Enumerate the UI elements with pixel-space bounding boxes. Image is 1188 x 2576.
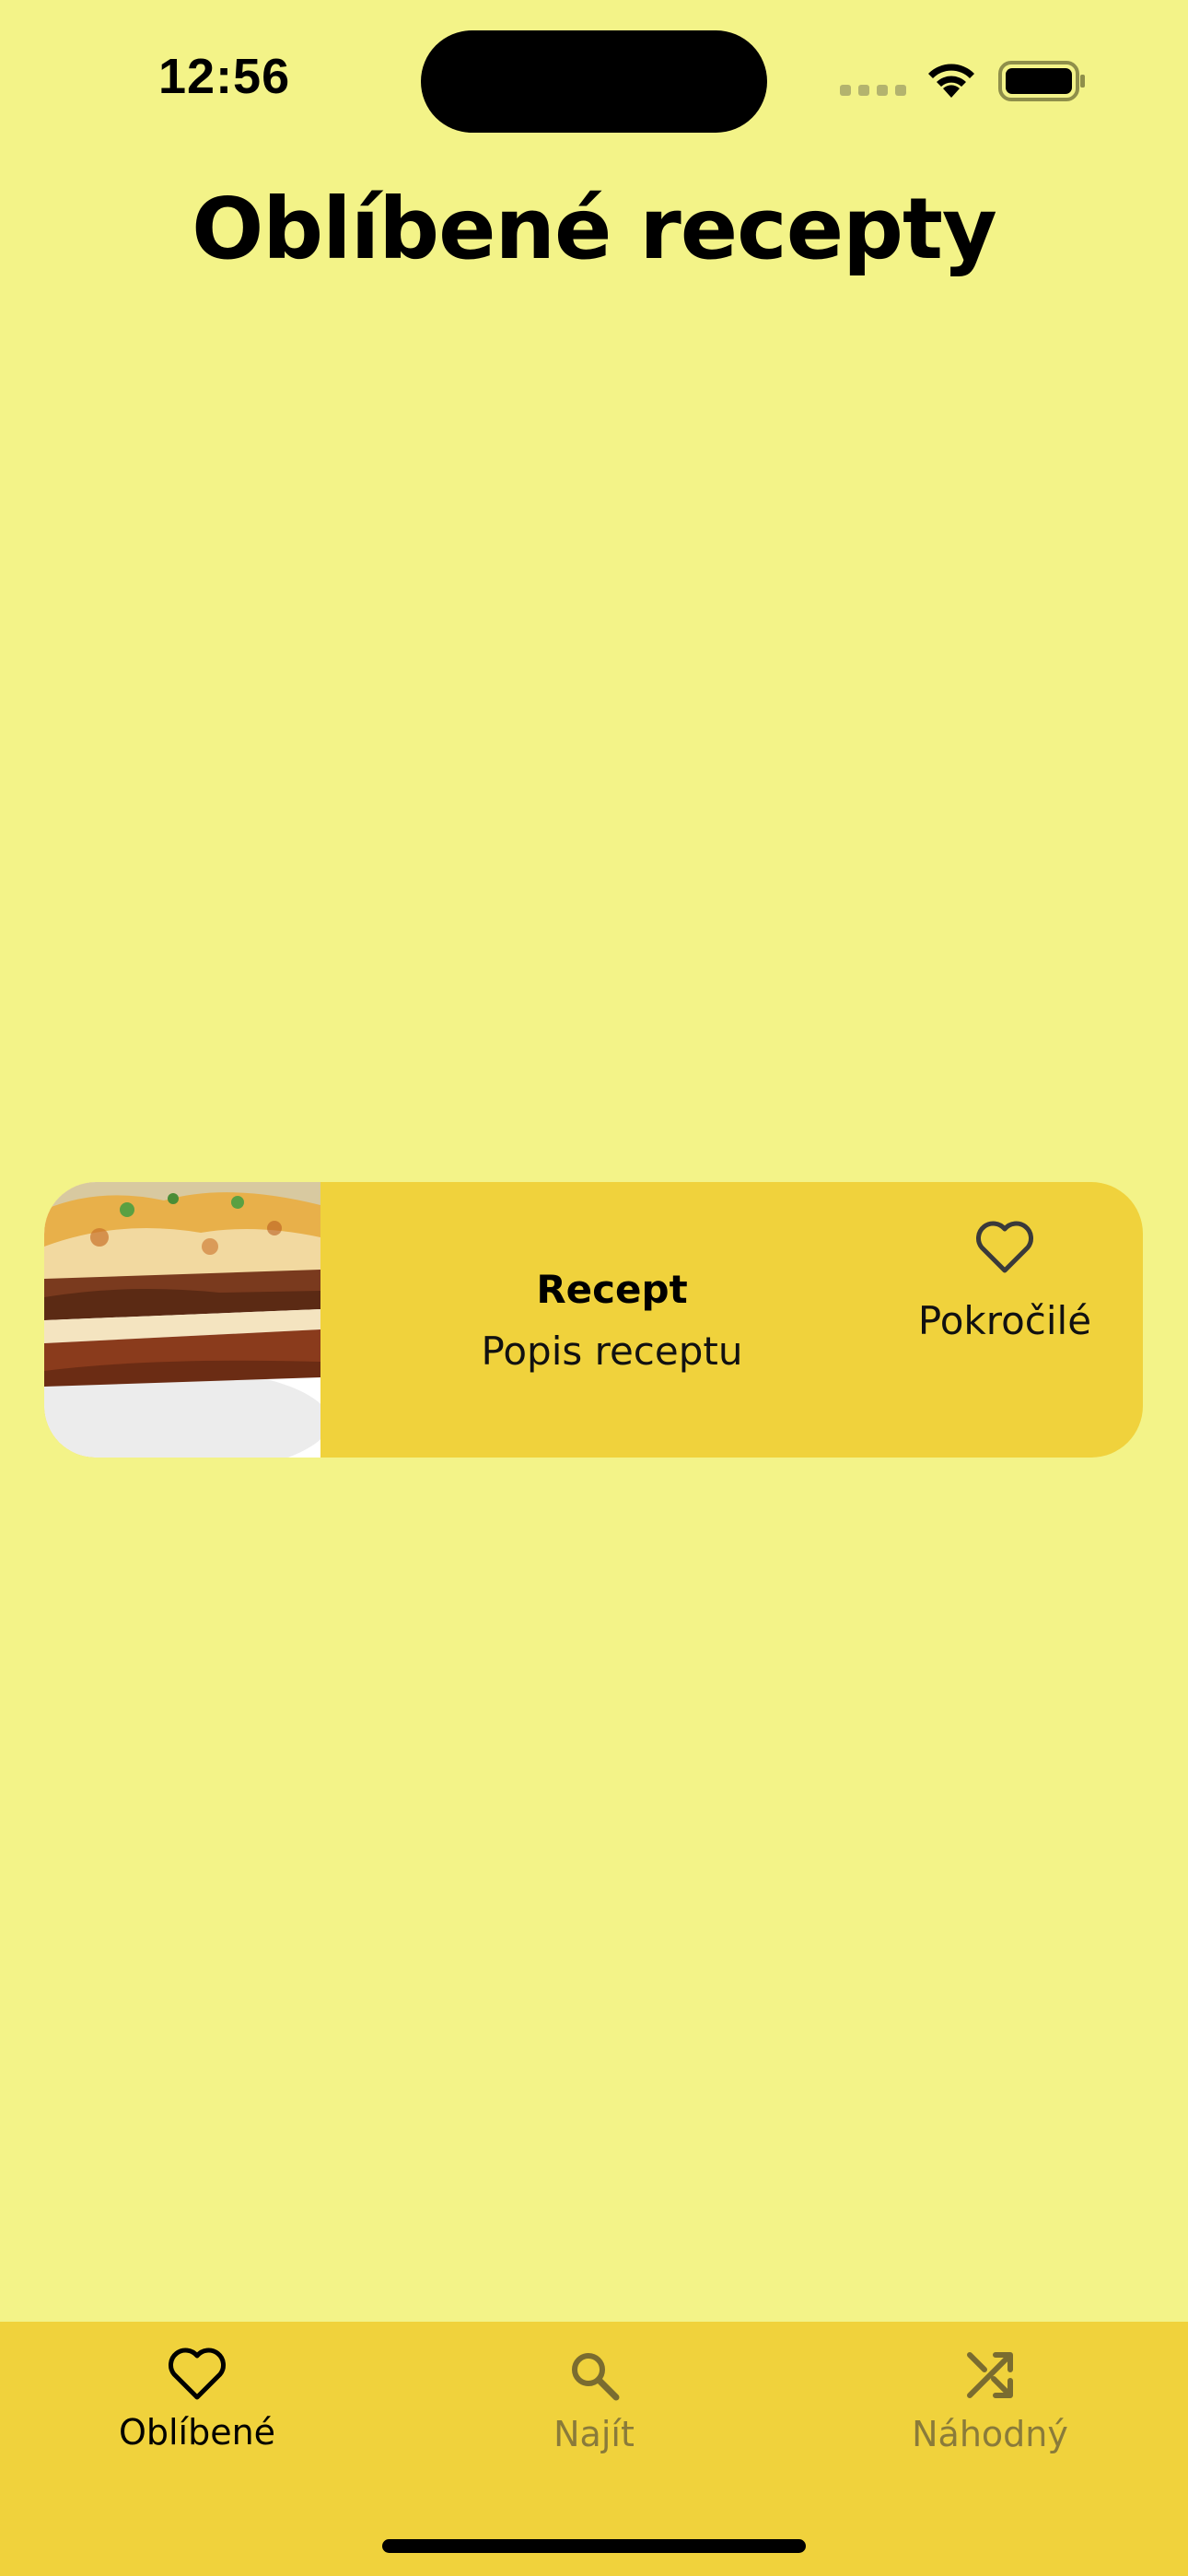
recipe-image (44, 1182, 320, 1458)
tab-find[interactable]: Najít (456, 2348, 732, 2454)
home-indicator[interactable] (382, 2539, 806, 2553)
heart-icon (169, 2348, 226, 2400)
recipe-info: Recept Popis receptu (320, 1182, 867, 1458)
tab-random-label: Náhodný (912, 2414, 1068, 2454)
recipe-title: Recept (536, 1266, 688, 1312)
page-title: Oblíbené recepty (192, 180, 997, 278)
recipe-description: Popis receptu (481, 1328, 743, 1374)
recipe-card[interactable]: Recept Popis receptu Pokročilé (44, 1182, 1143, 1458)
shuffle-icon (967, 2352, 1013, 2398)
favorites-screen: 12:56 Oblíbené recepty Recept Popis rece… (0, 0, 1188, 2576)
tab-find-label: Najít (553, 2414, 635, 2454)
status-indicators (840, 57, 1089, 103)
dynamic-island (421, 30, 767, 133)
tab-bar: Oblíbené Najít Náhodný (0, 2322, 1188, 2576)
battery-icon (998, 61, 1085, 101)
cellular-signal-icon (840, 85, 906, 96)
recipe-difficulty: Pokročilé (917, 1298, 1092, 1343)
search-icon (572, 2353, 620, 2401)
heart-outline-icon[interactable] (975, 1221, 1034, 1274)
tab-favorites-label: Oblíbené (118, 2412, 276, 2453)
wifi-icon (928, 64, 974, 98)
status-time: 12:56 (158, 49, 291, 104)
recipe-side: Pokročilé (867, 1182, 1143, 1458)
tab-favorites[interactable]: Oblíbené (59, 2348, 335, 2453)
tab-random[interactable]: Náhodný (852, 2348, 1128, 2454)
